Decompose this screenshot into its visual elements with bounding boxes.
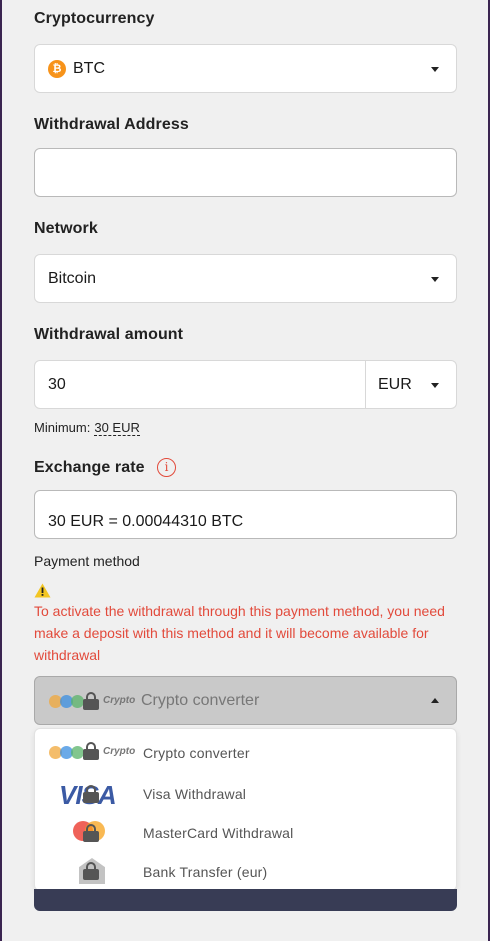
info-icon[interactable]: i <box>157 458 176 477</box>
payment-option-label: Visa Withdrawal <box>143 786 247 802</box>
cryptocurrency-select[interactable]: ₿ BTC <box>34 44 457 93</box>
exchange-rate-label: Exchange rate <box>34 459 145 476</box>
minimum-label: Minimum: <box>34 420 91 435</box>
chevron-down-icon <box>431 277 439 282</box>
chevron-down-icon <box>431 383 439 388</box>
warning-icon <box>34 583 51 598</box>
chevron-down-icon <box>431 67 439 72</box>
exchange-rate-value: 30 EUR = 0.00044310 BTC <box>48 513 244 530</box>
payment-warning-text: To activate the withdrawal through this … <box>34 603 445 663</box>
exchange-rate-field: 30 EUR = 0.00044310 BTC <box>34 490 457 539</box>
payment-method-select[interactable]: Crypto Crypto converter <box>34 676 457 725</box>
payment-option-visa[interactable]: VISA Visa Withdrawal <box>35 774 456 813</box>
currency-select[interactable]: EUR <box>366 361 456 408</box>
payment-option-mastercard[interactable]: MasterCard Withdrawal <box>35 813 456 852</box>
lock-icon <box>83 785 99 803</box>
network-select[interactable]: Bitcoin <box>34 254 457 303</box>
payment-option-crypto-converter[interactable]: Crypto Crypto converter <box>35 733 456 772</box>
minimum-value: 30 EUR <box>94 420 140 436</box>
currency-value: EUR <box>378 376 412 393</box>
payment-option-bank-transfer[interactable]: Bank Transfer (eur) <box>35 852 456 891</box>
payment-option-label: MasterCard Withdrawal <box>143 825 294 841</box>
payment-option-label: Crypto converter <box>143 745 250 761</box>
withdrawal-amount-input[interactable]: 30 <box>48 376 66 394</box>
lock-icon <box>83 824 99 842</box>
payment-method-value: Crypto converter <box>141 692 260 709</box>
lock-icon <box>83 692 99 710</box>
left-edge <box>0 0 2 941</box>
chevron-up-icon <box>431 698 439 703</box>
cryptocurrency-label: Cryptocurrency <box>34 10 155 27</box>
bitcoin-icon: ₿ <box>48 60 66 78</box>
minimum-amount: Minimum: 30 EUR <box>34 420 140 436</box>
withdraw-button[interactable] <box>34 889 457 911</box>
network-value: Bitcoin <box>48 270 97 287</box>
withdrawal-address-label: Withdrawal Address <box>34 116 189 133</box>
lock-icon <box>83 742 99 760</box>
payment-method-dropdown: Crypto Crypto converter VISA Visa Withdr… <box>34 728 457 891</box>
network-label: Network <box>34 220 98 237</box>
withdrawal-amount-label: Withdrawal amount <box>34 326 184 343</box>
cryptocurrency-value: BTC <box>73 60 105 77</box>
payment-method-label: Payment method <box>34 553 140 569</box>
withdrawal-amount-group: 30 EUR <box>34 360 457 409</box>
payment-option-label: Bank Transfer (eur) <box>143 864 268 880</box>
lock-icon <box>83 862 99 880</box>
withdrawal-address-input[interactable] <box>34 148 457 197</box>
